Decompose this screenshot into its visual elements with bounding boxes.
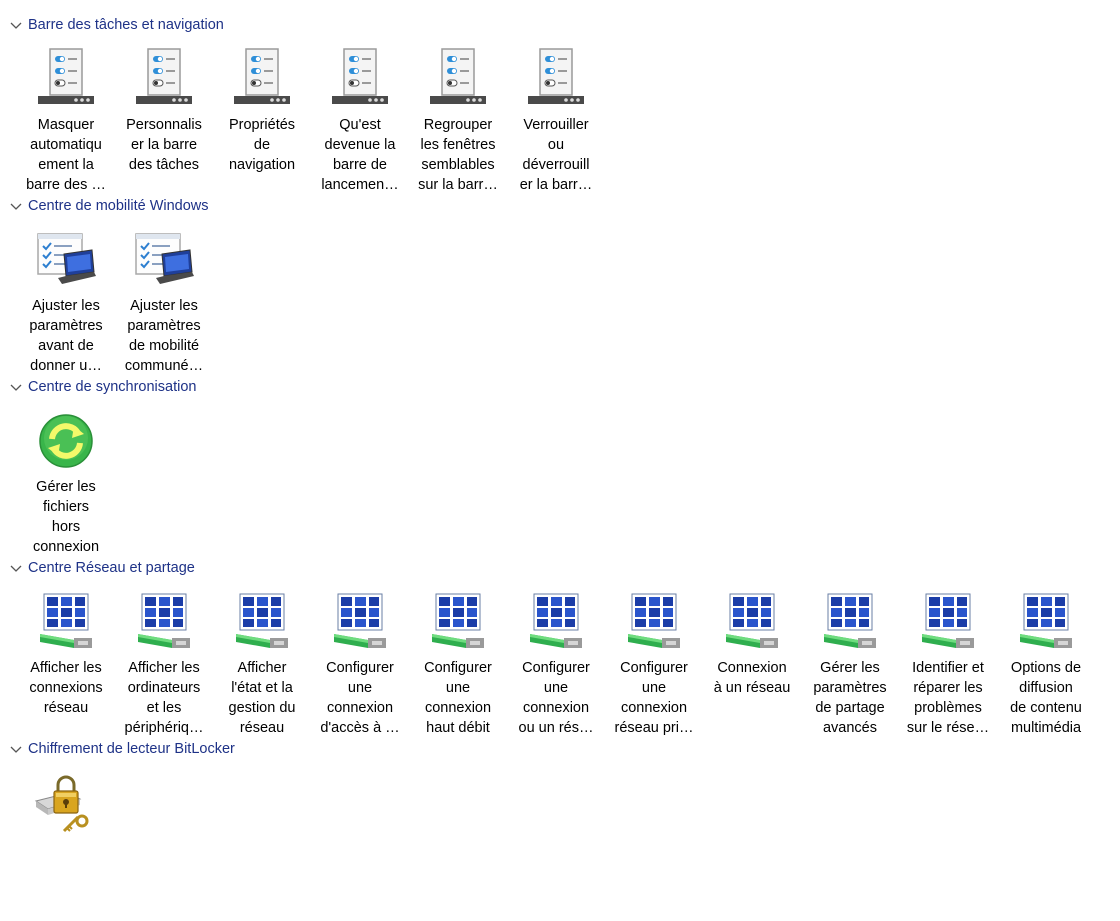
control-panel-item[interactable]: Options de diffusion de contenu multiméd… (997, 590, 1095, 740)
group-title: Barre des tâches et navigation (28, 17, 224, 33)
group-header[interactable]: Centre de synchronisation (0, 377, 600, 399)
control-panel-item[interactable]: Connexion à un réseau (703, 590, 801, 740)
group-header[interactable]: Barre des tâches et navigation (0, 15, 600, 37)
mobility-center-icon (34, 228, 98, 292)
control-panel-item[interactable]: Masquer automatiqu ement la barre des … (17, 47, 115, 197)
taskbar-settings-icon (132, 47, 196, 111)
control-panel-item[interactable]: Configurer une connexion haut débit (409, 590, 507, 740)
chevron-down-icon[interactable] (10, 564, 22, 574)
control-panel-item[interactable]: Gérer les fichiers hors connexion (17, 409, 115, 559)
control-panel-item[interactable]: Propriétés de navigation (213, 47, 311, 197)
item-label: Configurer une connexion haut débit (424, 660, 492, 736)
item-label: Gérer les fichiers hors connexion (32, 479, 100, 555)
group-title: Centre de mobilité Windows (28, 198, 209, 214)
item-label: Propriétés de navigation (228, 117, 296, 173)
control-panel-item[interactable]: Qu'est devenue la barre de lancemen… (311, 47, 409, 197)
chevron-down-icon[interactable] (10, 21, 22, 31)
group-title: Chiffrement de lecteur BitLocker (28, 741, 235, 757)
network-sharing-icon (426, 590, 490, 654)
group-title: Centre de synchronisation (28, 379, 197, 395)
control-panel-item[interactable]: Personnalis er la barre des tâches (115, 47, 213, 197)
item-label: Gérer les paramètres de partage avancés (813, 660, 887, 736)
item-label: Afficher les connexions réseau (29, 660, 103, 716)
control-panel-item[interactable]: Afficher les ordinateurs et les périphér… (115, 590, 213, 740)
control-panel-item[interactable]: Verrouiller ou déverrouill er la barr… (507, 47, 605, 197)
taskbar-settings-icon (230, 47, 294, 111)
item-label: Personnalis er la barre des tâches (126, 117, 202, 173)
item-label: Afficher les ordinateurs et les périphér… (124, 660, 204, 736)
item-label: Configurer une connexion ou un rés… (518, 660, 594, 736)
taskbar-settings-icon (524, 47, 588, 111)
control-panel-item[interactable]: Configurer une connexion réseau pri… (605, 590, 703, 740)
control-panel-item[interactable]: Afficher l'état et la gestion du réseau (213, 590, 311, 740)
item-label: Afficher l'état et la gestion du réseau (228, 660, 296, 736)
control-panel-item[interactable]: Identifier et réparer les problèmes sur … (899, 590, 997, 740)
group-header[interactable]: Centre Réseau et partage (0, 558, 600, 580)
item-label: Connexion à un réseau (713, 660, 791, 696)
control-panel-item[interactable] (17, 771, 115, 921)
taskbar-settings-icon (328, 47, 392, 111)
item-label: Identifier et réparer les problèmes sur … (906, 660, 990, 736)
item-label: Masquer automatiqu ement la barre des … (26, 117, 106, 193)
mobility-center-icon (132, 228, 196, 292)
group-title: Centre Réseau et partage (28, 560, 195, 576)
item-label: Configurer une connexion d'accès à … (320, 660, 400, 736)
control-panel-item[interactable]: Regrouper les fenêtres semblables sur la… (409, 47, 507, 197)
control-panel-item[interactable]: Configurer une connexion ou un rés… (507, 590, 605, 740)
control-panel-item[interactable]: Ajuster les paramètres avant de donner u… (17, 228, 115, 378)
chevron-down-icon[interactable] (10, 383, 22, 393)
network-sharing-icon (720, 590, 784, 654)
control-panel-item[interactable]: Afficher les connexions réseau (17, 590, 115, 740)
group-header[interactable]: Chiffrement de lecteur BitLocker (0, 739, 600, 761)
network-sharing-icon (622, 590, 686, 654)
network-sharing-icon (230, 590, 294, 654)
control-panel-item[interactable]: Gérer les paramètres de partage avancés (801, 590, 899, 740)
item-label: Options de diffusion de contenu multiméd… (1010, 660, 1082, 736)
network-sharing-icon (818, 590, 882, 654)
chevron-down-icon[interactable] (10, 745, 22, 755)
network-sharing-icon (328, 590, 392, 654)
group-header[interactable]: Centre de mobilité Windows (0, 196, 600, 218)
network-sharing-icon (1014, 590, 1078, 654)
item-label: Ajuster les paramètres de mobilité commu… (124, 298, 204, 374)
item-label: Verrouiller ou déverrouill er la barr… (519, 117, 593, 193)
chevron-down-icon[interactable] (10, 202, 22, 212)
control-panel-item[interactable]: Configurer une connexion d'accès à … (311, 590, 409, 740)
item-label: Configurer une connexion réseau pri… (614, 660, 694, 736)
sync-center-icon (34, 409, 98, 473)
taskbar-settings-icon (34, 47, 98, 111)
network-sharing-icon (34, 590, 98, 654)
network-sharing-icon (524, 590, 588, 654)
item-label: Ajuster les paramètres avant de donner u… (29, 298, 103, 374)
network-sharing-icon (916, 590, 980, 654)
taskbar-settings-icon (426, 47, 490, 111)
item-label: Qu'est devenue la barre de lancemen… (321, 117, 399, 193)
network-sharing-icon (132, 590, 196, 654)
bitlocker-drive-icon (34, 771, 98, 835)
item-label: Regrouper les fenêtres semblables sur la… (418, 117, 498, 193)
control-panel-item[interactable]: Ajuster les paramètres de mobilité commu… (115, 228, 213, 378)
